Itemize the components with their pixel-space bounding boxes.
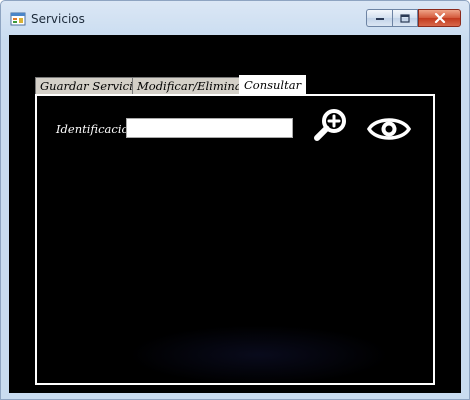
main-window: Servicios Guardar Servicio Modificar/Eli…	[0, 0, 470, 400]
window-title: Servicios	[31, 12, 85, 26]
close-icon	[434, 13, 445, 23]
tab-guardar-servicio[interactable]: Guardar Servicio	[35, 77, 145, 95]
tab-modificar-eliminar[interactable]: Modificar/Eliminar	[132, 77, 253, 95]
search-button[interactable]	[307, 108, 353, 144]
maximize-icon	[400, 13, 410, 23]
windows-form-icon	[10, 12, 26, 26]
title-bar[interactable]: Servicios	[1, 1, 469, 35]
minimize-button[interactable]	[366, 9, 392, 27]
eye-icon	[366, 118, 412, 140]
view-button[interactable]	[366, 113, 412, 145]
magnifier-plus-icon	[314, 109, 346, 141]
form-client-area: Guardar Servicio Modificar/Eliminar Cons…	[9, 35, 461, 393]
tab-consultar[interactable]: Consultar	[239, 75, 307, 96]
identificacion-input[interactable]	[126, 118, 293, 138]
identificacion-label: Identificacion	[56, 122, 136, 136]
minimize-icon	[375, 18, 384, 20]
caption-buttons	[366, 9, 461, 27]
close-button[interactable]	[418, 9, 461, 27]
maximize-button[interactable]	[392, 9, 418, 27]
